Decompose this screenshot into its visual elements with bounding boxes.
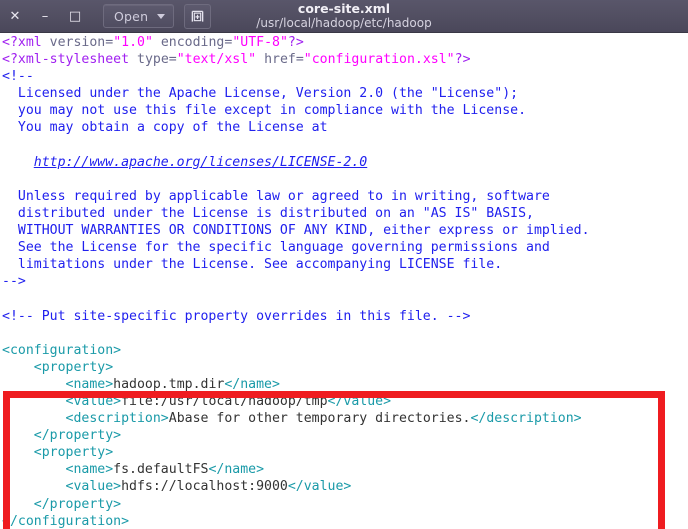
code-line: WITHOUT WARRANTIES OR CONDITIONS OF ANY …: [2, 223, 590, 239]
file-path: /usr/local/hadoop/etc/hadoop: [256, 16, 432, 30]
chevron-down-icon: [157, 13, 166, 19]
open-button-label: Open: [114, 8, 149, 24]
title-bar: ✕ – □ Open core-site.xml /usr/local/hado…: [0, 0, 688, 33]
code-line: <value>file:/usr/local/hadoop/tmp</value…: [65, 393, 392, 409]
code-line: -->: [2, 274, 26, 290]
code-line: <name>fs.defaultFS</name>: [65, 462, 265, 478]
code-line: you may not use this file except in comp…: [2, 103, 527, 119]
code-line: Unless required by applicable law or agr…: [2, 188, 550, 204]
code-line: http://www.apache.org/licenses/LICENSE-2…: [2, 155, 367, 170]
close-icon[interactable]: ✕: [0, 2, 30, 30]
code-line: distributed under the License is distrib…: [2, 205, 534, 221]
code-line: <value>hdfs://localhost:9000</value>: [65, 479, 352, 495]
save-icon: [191, 10, 204, 22]
code-line: <!-- Put site-specific property override…: [2, 308, 471, 324]
code-line: <configuration>: [2, 342, 122, 358]
code-line: </property>: [2, 496, 122, 512]
maximize-icon[interactable]: □: [60, 2, 90, 30]
code-line: Licensed under the Apache License, Versi…: [2, 86, 519, 102]
code-line: </property>: [2, 428, 122, 444]
code-line: See the License for the specific languag…: [2, 240, 550, 256]
code-line: limitations under the License. See accom…: [2, 257, 503, 273]
code-line: <?xml-stylesheet type="text/xsl" href="c…: [2, 52, 471, 68]
text-editor-area[interactable]: <?xml version="1.0" encoding="UTF-8"?> <…: [0, 33, 688, 529]
save-button[interactable]: [184, 3, 212, 29]
minimize-icon[interactable]: –: [30, 2, 60, 30]
page-title: core-site.xml: [297, 1, 391, 16]
code-line: You may obtain a copy of the License at: [2, 120, 328, 136]
code-line: <property>: [2, 359, 114, 375]
code-line: <?xml version="1.0" encoding="UTF-8"?>: [2, 35, 304, 50]
code-content[interactable]: <?xml version="1.0" encoding="UTF-8"?> <…: [0, 34, 590, 529]
open-button[interactable]: Open: [103, 4, 175, 28]
code-line: <!--: [2, 69, 34, 85]
code-line: <name>hadoop.tmp.dir</name>: [65, 376, 280, 392]
code-line: </configuration>: [2, 513, 130, 529]
code-line: <property>: [2, 445, 114, 461]
license-link[interactable]: http://www.apache.org/licenses/LICENSE-2…: [34, 155, 367, 170]
code-line: <description>Abase for other temporary d…: [65, 411, 582, 427]
